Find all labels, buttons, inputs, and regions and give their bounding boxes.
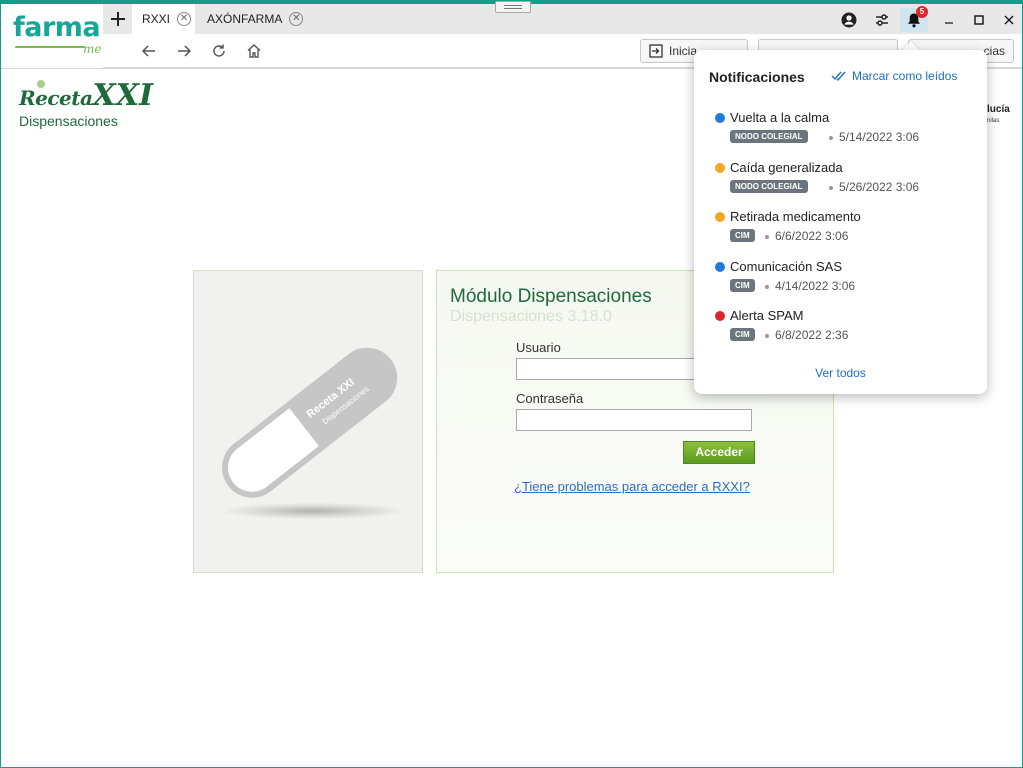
mark-as-read-link[interactable]: Marcar como leídos bbox=[831, 69, 957, 83]
pill-shadow bbox=[224, 503, 402, 519]
new-tab-button[interactable] bbox=[104, 4, 132, 34]
farmame-logo: farma me bbox=[1, 4, 103, 68]
notifications-popup: Notificaciones Marcar como leídos Vuelta… bbox=[694, 50, 987, 394]
notification-date: 4/14/2022 3:06 bbox=[775, 279, 856, 293]
notification-date: 5/14/2022 3:06 bbox=[839, 130, 920, 144]
pill-illustration-panel: Receta XXI Dispensaciones bbox=[193, 270, 423, 573]
minimize-button[interactable] bbox=[935, 8, 963, 32]
notifications-button[interactable]: 5 bbox=[900, 6, 928, 32]
account-button[interactable] bbox=[835, 8, 863, 32]
reload-button[interactable] bbox=[206, 39, 232, 63]
separator-dot bbox=[829, 186, 833, 190]
back-button[interactable] bbox=[136, 39, 162, 63]
tab-label: RXXI bbox=[142, 12, 171, 26]
sliders-icon bbox=[876, 14, 888, 26]
maximize-icon bbox=[974, 15, 984, 25]
notification-tag: CIM bbox=[730, 229, 755, 242]
status-dot bbox=[715, 113, 725, 123]
logo-text: farma bbox=[13, 12, 101, 43]
notification-title: Vuelta a la calma bbox=[730, 110, 830, 125]
forward-button[interactable] bbox=[171, 39, 197, 63]
close-window-button[interactable] bbox=[995, 8, 1023, 32]
notification-date: 6/8/2022 2:36 bbox=[775, 328, 849, 342]
tab-label: AXÓNFARMA bbox=[207, 12, 283, 26]
plus-icon bbox=[111, 12, 125, 26]
xxi-logo-text: XXI bbox=[92, 78, 154, 113]
home-icon bbox=[247, 44, 261, 58]
separator-dot bbox=[765, 285, 769, 289]
double-check-icon bbox=[831, 71, 846, 82]
password-input[interactable] bbox=[516, 409, 752, 431]
minimize-icon bbox=[945, 22, 953, 24]
username-label: Usuario bbox=[516, 340, 561, 355]
login-version: Dispensaciones 3.18.0 bbox=[450, 308, 612, 325]
settings-button[interactable] bbox=[868, 8, 896, 32]
receta-logo-text: Receta bbox=[19, 86, 93, 110]
tab-axonfarma[interactable]: AXÓNFARMA ✕ bbox=[197, 4, 307, 34]
maximize-button[interactable] bbox=[965, 8, 993, 32]
arrow-left-icon bbox=[141, 45, 155, 57]
notification-tag: NODO COLEGIAL bbox=[730, 130, 808, 143]
title-bar: RXXI ✕ AXÓNFARMA ✕ 5 bbox=[1, 1, 1023, 34]
arrow-right-icon bbox=[178, 45, 192, 57]
separator-dot bbox=[765, 334, 769, 338]
logo-swoosh bbox=[15, 46, 85, 48]
status-dot bbox=[715, 163, 725, 173]
receta-logo-subtitle: Dispensaciones bbox=[19, 113, 118, 129]
user-circle-icon bbox=[841, 12, 857, 28]
notification-date: 6/6/2022 3:06 bbox=[775, 229, 849, 243]
drag-handle[interactable] bbox=[495, 1, 531, 13]
reload-icon bbox=[213, 44, 225, 57]
close-icon[interactable]: ✕ bbox=[289, 12, 304, 26]
notifications-title: Notificaciones bbox=[709, 69, 805, 85]
close-icon[interactable]: ✕ bbox=[177, 12, 192, 26]
separator-dot bbox=[765, 235, 769, 239]
notification-tag: NODO COLEGIAL bbox=[730, 180, 808, 193]
status-dot bbox=[715, 311, 725, 321]
right-brand-text: lucía bbox=[987, 104, 1010, 115]
home-button[interactable] bbox=[241, 39, 267, 63]
logo-dot bbox=[37, 80, 45, 88]
app-window: RXXI ✕ AXÓNFARMA ✕ 5 farma me Inicia cia… bbox=[0, 0, 1023, 768]
close-icon bbox=[1004, 15, 1014, 25]
receta-xxi-logo: RecetaXXI bbox=[19, 78, 153, 113]
notification-title: Comunicación SAS bbox=[730, 259, 842, 274]
inicio-label: Inicia bbox=[669, 44, 698, 58]
see-all-link[interactable]: Ver todos bbox=[694, 366, 987, 380]
notification-date: 5/26/2022 3:06 bbox=[839, 180, 920, 194]
mark-as-read-label: Marcar como leídos bbox=[852, 69, 958, 83]
login-title: Módulo Dispensaciones bbox=[450, 286, 652, 307]
sign-in-icon bbox=[649, 44, 663, 58]
notification-title: Caída generalizada bbox=[730, 160, 843, 175]
acceder-button[interactable]: Acceder bbox=[683, 441, 755, 464]
logo-sub-text: me bbox=[83, 42, 102, 56]
status-dot bbox=[715, 262, 725, 272]
right-brand-subtext: nilas bbox=[987, 118, 1000, 124]
notification-tag: CIM bbox=[730, 328, 755, 341]
status-dot bbox=[715, 212, 725, 222]
tab-rxxi[interactable]: RXXI ✕ bbox=[132, 4, 195, 34]
notification-count-badge: 5 bbox=[916, 6, 928, 18]
password-label: Contraseña bbox=[516, 391, 584, 406]
notification-tag: CIM bbox=[730, 279, 755, 292]
help-link[interactable]: ¿Tiene problemas para acceder a RXXI? bbox=[514, 479, 750, 494]
notification-title: Retirada medicamento bbox=[730, 209, 861, 224]
separator-dot bbox=[829, 136, 833, 140]
notification-title: Alerta SPAM bbox=[730, 308, 804, 323]
